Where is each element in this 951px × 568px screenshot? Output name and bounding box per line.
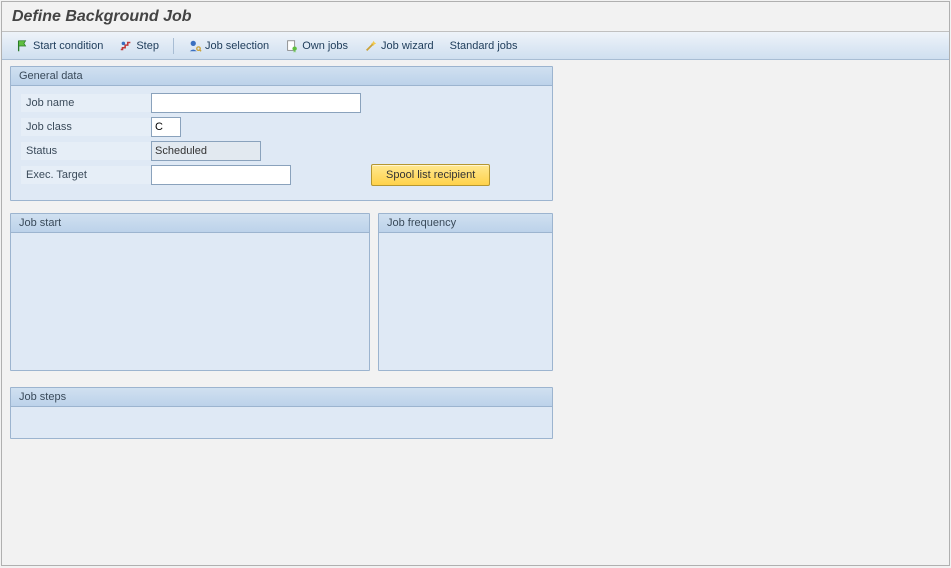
status-label: Status [21, 142, 151, 160]
wizard-icon [364, 39, 378, 53]
toolbar-separator [173, 38, 174, 54]
start-condition-button[interactable]: Start condition [10, 37, 109, 55]
status-field [151, 141, 261, 161]
content-area: General data Job name Job class Status E… [2, 60, 949, 565]
panel-body [11, 407, 552, 433]
job-steps-panel: Job steps [10, 387, 553, 439]
page-title: Define Background Job [12, 8, 939, 26]
flag-icon [16, 39, 30, 53]
document-person-icon [285, 39, 299, 53]
app-window: Define Background Job Start condition St… [1, 1, 950, 566]
standard-jobs-button[interactable]: Standard jobs [444, 38, 524, 54]
toolbar-label: Own jobs [302, 40, 348, 52]
toolbar-label: Standard jobs [450, 40, 518, 52]
person-search-icon [188, 39, 202, 53]
toolbar-label: Job wizard [381, 40, 434, 52]
steps-icon [119, 39, 133, 53]
toolbar-label: Step [136, 40, 159, 52]
general-data-panel: General data Job name Job class Status E… [10, 66, 553, 201]
toolbar-label: Job selection [205, 40, 269, 52]
job-start-panel: Job start [10, 213, 370, 371]
job-class-input[interactable] [151, 117, 181, 137]
panel-body: Job name Job class Status Exec. Target S… [11, 86, 552, 200]
spool-list-recipient-button[interactable]: Spool list recipient [371, 164, 490, 186]
own-jobs-button[interactable]: Own jobs [279, 37, 354, 55]
exec-target-label: Exec. Target [21, 166, 151, 184]
job-frequency-panel: Job frequency [378, 213, 553, 371]
title-bar: Define Background Job [2, 2, 949, 32]
step-button[interactable]: Step [113, 37, 165, 55]
panel-header: Job frequency [379, 214, 552, 233]
job-selection-button[interactable]: Job selection [182, 37, 275, 55]
panel-body [11, 233, 369, 363]
panel-header: Job start [11, 214, 369, 233]
job-class-label: Job class [21, 118, 151, 136]
panel-header: Job steps [11, 388, 552, 407]
toolbar-label: Start condition [33, 40, 103, 52]
job-name-label: Job name [21, 94, 151, 112]
form-row-exectarget: Exec. Target Spool list recipient [21, 164, 542, 186]
form-row-status: Status [21, 140, 542, 162]
job-wizard-button[interactable]: Job wizard [358, 37, 440, 55]
panel-header: General data [11, 67, 552, 86]
toolbar: Start condition Step Job selection Own j… [2, 32, 949, 60]
row-panels: Job start Job frequency [10, 213, 553, 383]
job-name-input[interactable] [151, 93, 361, 113]
form-row-jobclass: Job class [21, 116, 542, 138]
exec-target-input[interactable] [151, 165, 291, 185]
panel-body [379, 233, 552, 363]
form-row-jobname: Job name [21, 92, 542, 114]
